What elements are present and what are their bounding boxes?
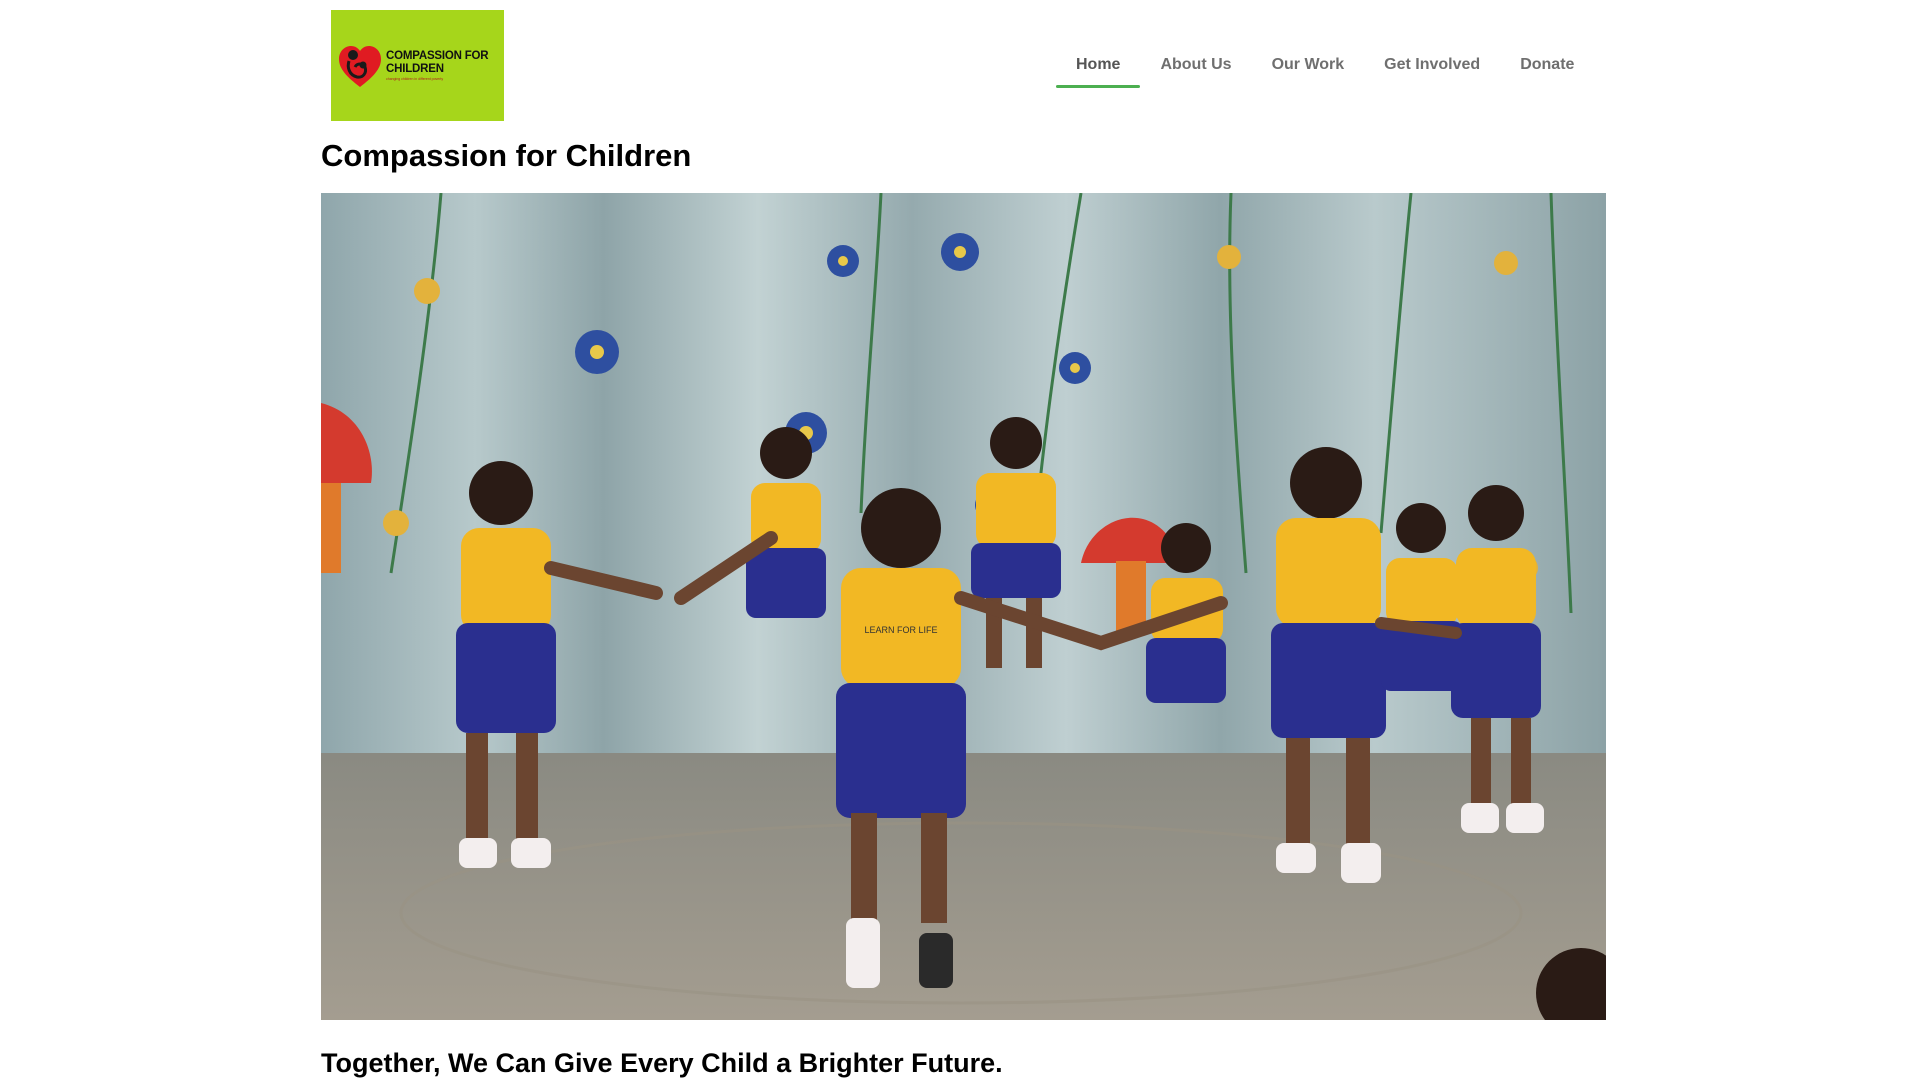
site-logo[interactable]: COMPASSION FOR CHILDREN changing childre… (331, 10, 504, 121)
nav-item-our-work[interactable]: Our Work (1252, 55, 1365, 75)
main-nav: Home About Us Our Work Get Involved Dona… (1056, 55, 1594, 88)
logo-title-line2: CHILDREN (386, 63, 444, 75)
site-title: Compassion for Children (321, 138, 692, 173)
logo-tagline: changing children in different poverty (386, 77, 444, 81)
page: COMPASSION FOR CHILDREN changing childre… (0, 0, 1920, 1080)
heart-mother-child-icon (339, 45, 381, 87)
section-heading: Together, We Can Give Every Child a Brig… (321, 1048, 1003, 1078)
logo-text: COMPASSION FOR CHILDREN changing childre… (386, 50, 489, 81)
logo-title-line1: COMPASSION FOR (386, 50, 489, 62)
hero-image: LEARN FOR LIFE (321, 193, 1606, 1020)
nav-item-get-involved[interactable]: Get Involved (1364, 55, 1500, 75)
nav-item-about-us[interactable]: About Us (1140, 55, 1251, 75)
nav-item-donate[interactable]: Donate (1500, 55, 1594, 75)
nav-item-home[interactable]: Home (1056, 55, 1141, 88)
shirt-text: LEARN FOR LIFE (864, 625, 937, 635)
